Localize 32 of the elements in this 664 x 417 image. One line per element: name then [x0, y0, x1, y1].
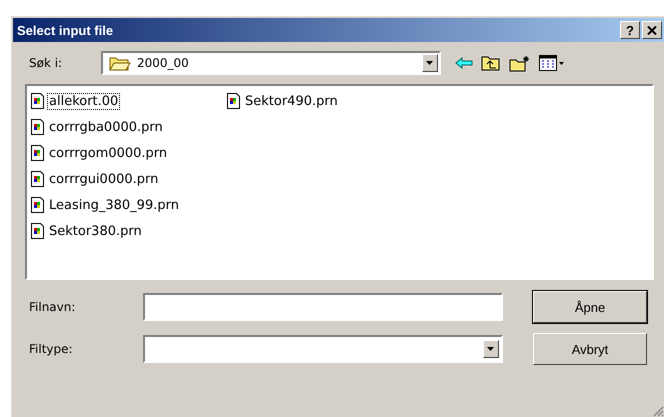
- close-icon: [647, 26, 657, 34]
- file-item[interactable]: Sektor490.prn: [243, 92, 340, 110]
- window-title: Select input file: [17, 22, 114, 38]
- file-icon: [227, 93, 241, 109]
- file-item[interactable]: corrrgom0000.prn: [47, 144, 170, 162]
- file-item[interactable]: Sektor380.prn: [47, 222, 144, 240]
- look-in-dropdown[interactable]: 2000_00: [101, 51, 441, 75]
- look-in-label: Søk i:: [29, 56, 64, 70]
- file-type-dropdown[interactable]: [143, 335, 503, 363]
- file-item[interactable]: corrrgba0000.prn: [47, 118, 165, 136]
- file-name-label: Filnavn:: [29, 300, 76, 314]
- cancel-button[interactable]: Avbryt: [533, 333, 647, 365]
- view-menu-icon[interactable]: [539, 55, 565, 71]
- open-button[interactable]: Åpne: [533, 291, 647, 323]
- up-folder-icon[interactable]: [481, 55, 501, 71]
- file-icon: [31, 93, 45, 109]
- back-arrow-icon[interactable]: [455, 57, 473, 69]
- resize-grip-icon[interactable]: [652, 405, 664, 417]
- file-type-label: Filtype:: [29, 342, 74, 356]
- file-icon: [31, 171, 45, 187]
- file-icon: [31, 119, 45, 135]
- folder-icon: [109, 55, 131, 71]
- file-icon: [31, 197, 45, 213]
- file-icon: [31, 223, 45, 239]
- file-icon: [31, 145, 45, 161]
- file-item[interactable]: corrrgui0000.prn: [47, 170, 160, 188]
- help-button[interactable]: ?: [620, 21, 640, 39]
- file-item[interactable]: allekort.00: [47, 92, 120, 110]
- close-button[interactable]: [642, 21, 662, 39]
- file-name-field[interactable]: [143, 293, 503, 321]
- new-folder-icon[interactable]: [509, 54, 531, 72]
- file-item[interactable]: Leasing_380_99.prn: [47, 196, 181, 214]
